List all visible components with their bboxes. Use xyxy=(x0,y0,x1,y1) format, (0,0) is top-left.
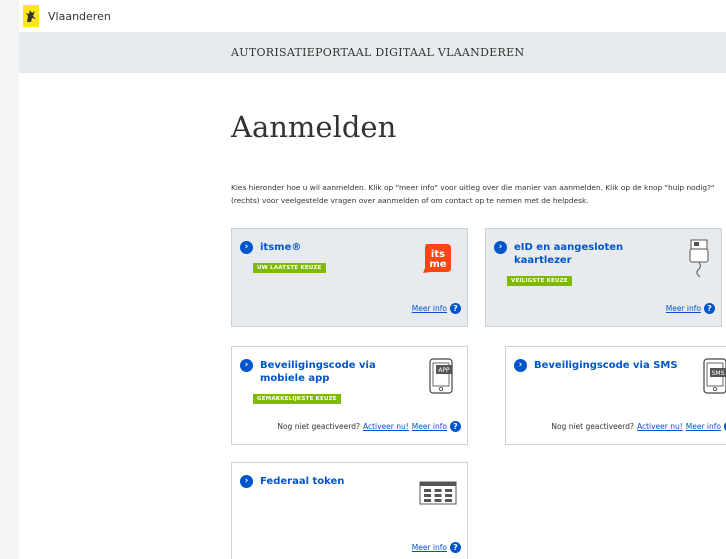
option-footer: Meer info ? xyxy=(412,303,461,314)
more-info-link[interactable]: Meer info xyxy=(412,543,447,552)
itsme-logo-icon: its me xyxy=(421,242,453,278)
page: Vlaanderen AUTORISATIEPORTAAL DIGITAAL V… xyxy=(19,0,726,559)
not-activated-text: Nog niet geactiveerd? xyxy=(277,422,360,431)
more-info-link[interactable]: Meer info xyxy=(666,304,701,313)
option-footer: Nog niet geactiveerd? Activeer nu! Meer … xyxy=(277,421,461,432)
app-label: APP xyxy=(438,367,450,374)
login-option-federal-token[interactable]: › Federaal token Meer info ? xyxy=(231,462,468,559)
help-icon[interactable]: ? xyxy=(704,303,715,314)
chevron-right-icon: › xyxy=(494,241,507,254)
option-badge: VEILIGSTE KEUZE xyxy=(507,276,572,286)
option-badge: UW LAATSTE KEUZE xyxy=(253,263,326,273)
sms-label: SMS xyxy=(712,370,725,377)
option-header: › Federaal token xyxy=(240,475,410,488)
option-footer: Nog niet geactiveerd? Activeer nu! Meer … xyxy=(551,421,726,432)
intro-text: Kies hieronder hoe u wil aanmelden. Klik… xyxy=(231,183,715,205)
option-header: › Beveiligingscode via mobiele app GEMAK… xyxy=(240,359,415,404)
option-footer: Meer info ? xyxy=(412,542,461,553)
login-option-eid[interactable]: › eID en aangesloten kaartlezer VEILIGST… xyxy=(485,228,722,327)
itsme-logo-bottom: me xyxy=(429,259,446,270)
token-card-icon xyxy=(419,481,457,509)
option-title[interactable]: itsme® xyxy=(260,241,410,254)
option-header: › Beveiligingscode via SMS xyxy=(514,359,694,372)
option-title[interactable]: Beveiligingscode via SMS xyxy=(534,359,694,372)
more-info-link[interactable]: Meer info xyxy=(412,422,447,431)
card-reader-icon xyxy=(688,239,710,283)
chevron-right-icon: › xyxy=(240,241,253,254)
phone-sms-icon: SMS xyxy=(702,358,726,398)
login-option-mobile-app[interactable]: › Beveiligingscode via mobiele app GEMAK… xyxy=(231,346,468,445)
option-header: › eID en aangesloten kaartlezer VEILIGST… xyxy=(494,241,634,286)
login-option-sms[interactable]: › Beveiligingscode via SMS SMS Nog niet … xyxy=(505,346,726,445)
chevron-right-icon: › xyxy=(514,359,527,372)
login-option-itsme[interactable]: › itsme® UW LAATSTE KEUZE its me Meer in… xyxy=(231,228,468,327)
more-info-link[interactable]: Meer info xyxy=(686,422,721,431)
not-activated-text: Nog niet geactiveerd? xyxy=(551,422,634,431)
option-footer: Meer info ? xyxy=(666,303,715,314)
portal-title: AUTORISATIEPORTAAL DIGITAAL VLAANDEREN xyxy=(231,46,525,59)
more-info-link[interactable]: Meer info xyxy=(412,304,447,313)
help-icon[interactable]: ? xyxy=(450,542,461,553)
help-icon[interactable]: ? xyxy=(450,303,461,314)
chevron-right-icon: › xyxy=(240,359,253,372)
page-title: Aanmelden xyxy=(231,110,397,144)
option-title[interactable]: eID en aangesloten kaartlezer xyxy=(514,241,634,267)
government-name[interactable]: Vlaanderen xyxy=(48,10,111,23)
option-title[interactable]: Beveiligingscode via mobiele app xyxy=(260,359,415,385)
activate-link[interactable]: Activeer nu! xyxy=(363,422,409,431)
chevron-right-icon: › xyxy=(240,475,253,488)
option-badge: GEMAKKELIJKSTE KEUZE xyxy=(253,394,341,404)
help-icon[interactable]: ? xyxy=(450,421,461,432)
option-header: › itsme® UW LAATSTE KEUZE xyxy=(240,241,410,273)
portal-header: AUTORISATIEPORTAAL DIGITAAL VLAANDEREN xyxy=(19,32,726,73)
phone-app-icon: APP xyxy=(428,358,454,398)
option-title[interactable]: Federaal token xyxy=(260,475,410,488)
government-header: Vlaanderen xyxy=(19,0,726,32)
vlaanderen-lion-logo[interactable] xyxy=(23,5,39,27)
activate-link[interactable]: Activeer nu! xyxy=(637,422,683,431)
